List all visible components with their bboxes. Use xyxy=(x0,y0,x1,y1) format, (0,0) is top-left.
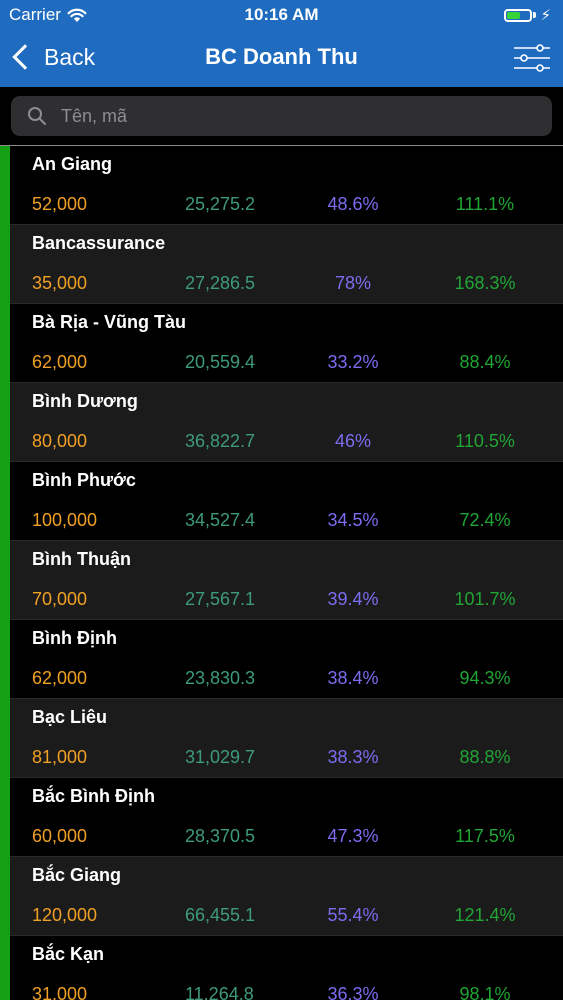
list-item[interactable]: Bình Dương 80,000 36,822.7 46% 110.5% xyxy=(0,383,563,462)
row-accent-bar xyxy=(0,304,10,383)
page-title: BC Doanh Thu xyxy=(205,44,358,69)
row-revenue: 31,029.7 xyxy=(185,747,256,767)
search-box[interactable] xyxy=(11,96,552,136)
row-target: 120,000 xyxy=(32,905,98,925)
screen: Carrier 10:16 AM ⚡︎ Back BC Doanh Thu Tê… xyxy=(0,0,563,1000)
row-target: 62,000 xyxy=(32,668,88,688)
search-icon xyxy=(28,107,46,125)
row-revenue: 66,455.1 xyxy=(185,905,256,925)
row-percent-completion: 39.4% xyxy=(327,589,379,609)
battery-indicator: ⚡︎ xyxy=(504,6,551,24)
sliders-icon xyxy=(514,44,550,72)
row-target: 60,000 xyxy=(32,826,88,846)
row-target: 35,000 xyxy=(32,273,88,293)
row-name: Bắc Kạn xyxy=(32,944,105,964)
row-percent-completion: 38.4% xyxy=(327,668,379,688)
list-item[interactable]: Bình Định 62,000 23,830.3 38.4% 94.3% xyxy=(0,620,563,699)
row-percent-completion: 36.3% xyxy=(327,984,379,1000)
row-accent-bar xyxy=(0,462,10,541)
row-accent-bar xyxy=(0,541,10,620)
row-percent-growth: 101.7% xyxy=(454,589,516,609)
row-name: An Giang xyxy=(32,154,112,174)
row-revenue: 36,822.7 xyxy=(185,431,256,451)
row-percent-growth: 110.5% xyxy=(455,431,515,451)
search-input[interactable] xyxy=(59,96,552,136)
row-name: Bancassurance xyxy=(32,233,166,253)
row-name: Bà Rịa - Vũng Tàu xyxy=(32,312,187,332)
row-revenue: 20,559.4 xyxy=(185,352,256,372)
row-target: 62,000 xyxy=(32,352,88,372)
list-item[interactable]: Bình Phước 100,000 34,527.4 34.5% 72.4% xyxy=(0,462,563,541)
search-area xyxy=(0,87,563,146)
list-item[interactable]: Bà Rịa - Vũng Tàu 62,000 20,559.4 33.2% 88.4… xyxy=(0,304,563,383)
row-accent-bar xyxy=(0,620,10,699)
row-accent-bar xyxy=(0,146,10,225)
row-accent-bar xyxy=(0,857,10,936)
battery-fill xyxy=(507,11,521,19)
row-target: 80,000 xyxy=(32,431,88,451)
list-item[interactable]: Bắc Giang 120,000 66,455.1 55.4% 121.4% xyxy=(0,857,563,936)
list-item[interactable]: Bắc Kạn 31,000 11,264.8 36.3% 98.1% xyxy=(0,936,563,1000)
row-name: Bình Thuận xyxy=(32,549,131,569)
charging-bolt-icon: ⚡︎ xyxy=(540,7,551,24)
row-percent-completion: 47.3% xyxy=(327,826,379,846)
row-target: 31,000 xyxy=(32,984,88,1000)
row-accent-bar xyxy=(0,225,10,304)
list-item[interactable]: Bancassurance 35,000 27,286.5 78% 168.3% xyxy=(0,225,563,304)
row-percent-completion: 55.4% xyxy=(327,905,379,925)
row-accent-bar xyxy=(0,936,10,1000)
row-revenue: 11,264.8 xyxy=(185,984,254,1000)
row-revenue: 23,830.3 xyxy=(185,668,256,688)
row-percent-growth: 88.4% xyxy=(459,352,511,372)
row-percent-completion: 38.3% xyxy=(327,747,379,767)
row-accent-bar xyxy=(0,699,10,778)
row-revenue: 25,275.2 xyxy=(185,194,256,214)
row-name: Bình Định xyxy=(32,628,117,648)
row-percent-growth: 88.8% xyxy=(459,747,511,767)
row-name: Bình Phước xyxy=(32,470,136,490)
row-target: 100,000 xyxy=(32,510,98,530)
row-target: 52,000 xyxy=(32,194,88,214)
list-item[interactable]: Bạc Liêu 81,000 31,029.7 38.3% 88.8% xyxy=(0,699,563,778)
row-target: 81,000 xyxy=(32,747,88,767)
row-percent-completion: 48.6% xyxy=(327,194,379,214)
row-revenue: 34,527.4 xyxy=(185,510,256,530)
navigation-bar: Back BC Doanh Thu xyxy=(0,30,563,87)
row-name: Bắc Giang xyxy=(32,865,122,885)
row-revenue: 27,567.1 xyxy=(185,589,256,609)
row-percent-completion: 33.2% xyxy=(327,352,379,372)
row-percent-completion: 78% xyxy=(334,273,372,293)
row-name: Bình Dương xyxy=(32,391,138,411)
list-item[interactable]: Bắc Bình Định 60,000 28,370.5 47.3% 117.5% xyxy=(0,778,563,857)
battery-icon xyxy=(504,8,533,22)
battery-tip xyxy=(533,12,537,18)
row-percent-growth: 72.4% xyxy=(459,510,511,530)
row-percent-growth: 117.5% xyxy=(455,826,515,846)
row-accent-bar xyxy=(0,383,10,462)
row-revenue: 28,370.5 xyxy=(185,826,256,846)
status-time: 10:16 AM xyxy=(244,5,319,24)
list-item[interactable]: An Giang 52,000 25,275.2 48.6% 111.1% xyxy=(0,146,563,225)
row-name: Bạc Liêu xyxy=(32,707,108,727)
row-percent-growth: 111.1% xyxy=(455,194,515,214)
row-percent-growth: 168.3% xyxy=(454,273,516,293)
row-percent-completion: 34.5% xyxy=(327,510,379,530)
row-revenue: 27,286.5 xyxy=(185,273,256,293)
row-name: Bắc Bình Định xyxy=(32,786,156,806)
revenue-list: An Giang 52,000 25,275.2 48.6% 111.1% Bancass… xyxy=(0,146,563,1000)
row-percent-growth: 121.4% xyxy=(454,905,516,925)
row-accent-bar xyxy=(0,778,10,857)
list-item[interactable]: Bình Thuận 70,000 27,567.1 39.4% 101.7% xyxy=(0,541,563,620)
status-bar: Carrier 10:16 AM ⚡︎ xyxy=(0,0,563,30)
row-target: 70,000 xyxy=(32,589,88,609)
row-percent-growth: 98.1% xyxy=(459,984,511,1000)
top-bar: Carrier 10:16 AM ⚡︎ Back BC Doanh Thu xyxy=(0,0,563,87)
row-percent-growth: 94.3% xyxy=(459,668,511,688)
filter-button[interactable] xyxy=(513,42,551,74)
row-percent-completion: 46% xyxy=(334,431,372,451)
